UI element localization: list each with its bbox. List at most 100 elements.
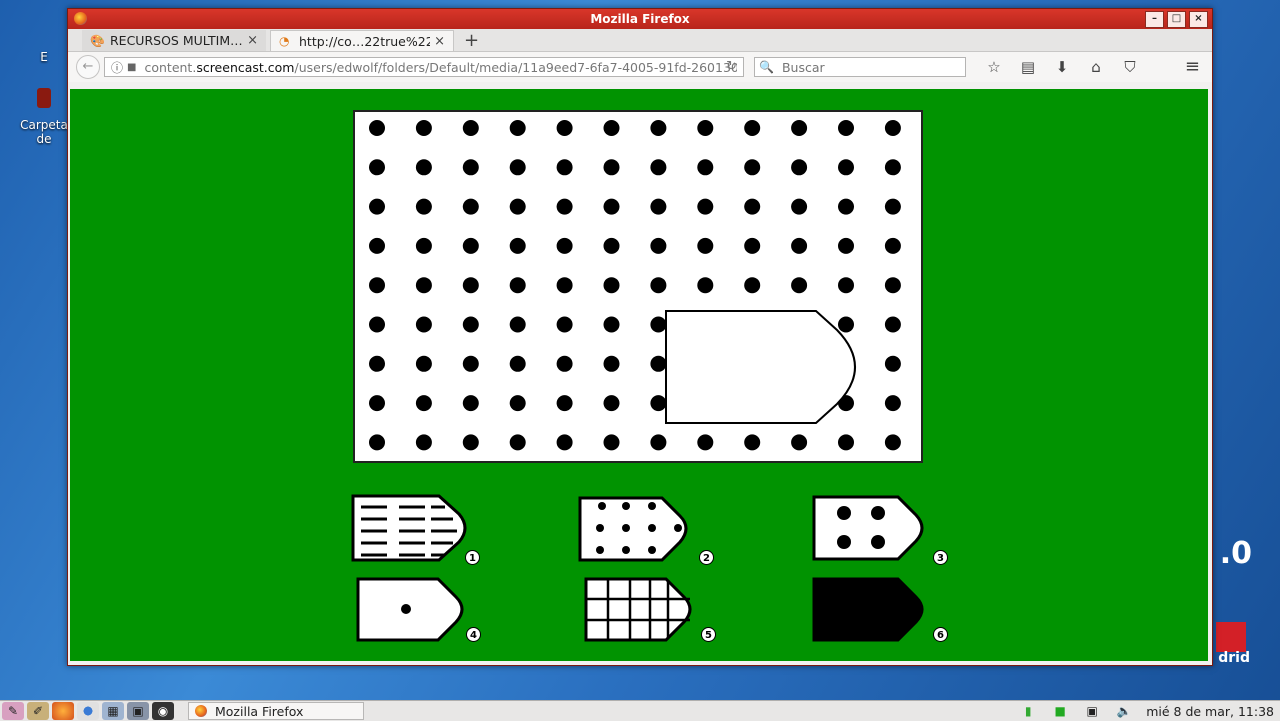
url-bar[interactable]: ⓘ ■ content. screencast.com /users/edwol… bbox=[104, 57, 744, 77]
tab-bar: 🎨 RECURSOS MULTIM… × ◔ http://co…22true%… bbox=[68, 29, 1212, 52]
firefox-icon bbox=[74, 12, 87, 25]
board-dot bbox=[509, 316, 526, 333]
board-dot bbox=[697, 198, 714, 215]
close-button[interactable]: × bbox=[1189, 11, 1208, 28]
minimize-button[interactable]: – bbox=[1145, 11, 1164, 28]
board-dot bbox=[369, 198, 385, 215]
launcher-media-icon[interactable]: ▣ bbox=[127, 702, 149, 720]
reload-icon[interactable]: ↻ bbox=[726, 59, 737, 74]
board-dot bbox=[884, 120, 901, 136]
download-icon[interactable]: ⬇ bbox=[1052, 58, 1072, 76]
board-dot bbox=[369, 237, 385, 254]
board-dot bbox=[744, 434, 761, 451]
board-dot bbox=[369, 316, 385, 333]
board-dot bbox=[744, 277, 761, 294]
search-input[interactable] bbox=[779, 58, 954, 76]
board-dot bbox=[603, 277, 620, 294]
board-dot bbox=[462, 316, 479, 333]
desktop-icon-label: E bbox=[40, 50, 48, 64]
board-dot bbox=[415, 277, 432, 294]
board-dot bbox=[462, 395, 479, 412]
option-4[interactable]: 4 bbox=[356, 577, 486, 651]
navigation-bar: ← ⓘ ■ content. screencast.com /users/edw… bbox=[68, 52, 1212, 82]
board-dot bbox=[650, 277, 667, 294]
launcher-camera-icon[interactable]: ◉ bbox=[152, 702, 174, 720]
search-bar[interactable]: 🔍 bbox=[754, 57, 966, 77]
new-tab-button[interactable]: + bbox=[464, 31, 479, 51]
option-1[interactable]: 1 bbox=[351, 494, 481, 570]
board-dot bbox=[697, 120, 714, 136]
close-tab-icon[interactable]: × bbox=[247, 33, 258, 48]
option-5[interactable]: 5 bbox=[584, 577, 716, 651]
board-dot bbox=[697, 237, 714, 254]
launcher-chrome-icon[interactable] bbox=[77, 702, 99, 720]
board-dot bbox=[697, 159, 714, 176]
board-dot bbox=[791, 198, 808, 215]
reading-list-icon[interactable]: ▤ bbox=[1018, 58, 1038, 76]
board-dot bbox=[697, 434, 714, 451]
option-3[interactable]: 3 bbox=[812, 495, 948, 569]
board-dot bbox=[509, 159, 526, 176]
board-dot bbox=[603, 198, 620, 215]
back-button[interactable]: ← bbox=[76, 55, 100, 79]
desktop-icon-folder[interactable]: Carpeta de bbox=[20, 88, 68, 146]
board-dot bbox=[509, 277, 526, 294]
pocket-icon[interactable]: ⛉ bbox=[1120, 58, 1140, 76]
launcher-editor-icon[interactable]: ✐ bbox=[27, 702, 49, 720]
clipboard-icon[interactable]: ▣ bbox=[1082, 703, 1102, 719]
page-content: 1 2 3 4 5 6 bbox=[70, 89, 1208, 661]
board-dot bbox=[791, 120, 808, 136]
rss-icon: ◔ bbox=[279, 34, 290, 48]
volume-icon[interactable]: 🔈 bbox=[1114, 703, 1134, 719]
info-icon[interactable]: ⓘ bbox=[111, 59, 123, 76]
close-tab-icon[interactable]: × bbox=[434, 34, 445, 49]
board-dot bbox=[462, 434, 479, 451]
launcher-files-icon[interactable]: ▦ bbox=[102, 702, 124, 720]
board-dot bbox=[462, 237, 479, 254]
board-dot bbox=[509, 434, 526, 451]
tab-screencast[interactable]: ◔ http://co…22true%22 × bbox=[270, 30, 454, 51]
board-dot bbox=[744, 120, 761, 136]
board-dot bbox=[556, 355, 573, 372]
board-dot bbox=[603, 120, 620, 136]
desktop-icon-e[interactable]: E bbox=[20, 28, 68, 64]
board-dot bbox=[462, 355, 479, 372]
option-1-shape bbox=[351, 494, 467, 562]
board-dot bbox=[603, 316, 620, 333]
board-dot bbox=[884, 237, 901, 254]
board-dot bbox=[744, 198, 761, 215]
search-icon: 🔍 bbox=[759, 60, 774, 74]
board-dot bbox=[603, 159, 620, 176]
board-dot bbox=[884, 198, 901, 215]
board-dot bbox=[603, 434, 620, 451]
option-3-shape bbox=[812, 495, 924, 561]
option-2[interactable]: 2 bbox=[578, 496, 714, 570]
battery-icon[interactable]: ▮ bbox=[1018, 703, 1038, 719]
home-icon[interactable]: ⌂ bbox=[1086, 58, 1106, 76]
board-dot bbox=[884, 316, 901, 333]
menu-icon[interactable]: ≡ bbox=[1185, 56, 1200, 77]
network-icon[interactable]: ■ bbox=[1050, 703, 1070, 719]
dot-board bbox=[353, 110, 923, 463]
board-dot bbox=[556, 277, 573, 294]
board-dot bbox=[697, 277, 714, 294]
launcher-paint-icon[interactable]: ✎ bbox=[2, 702, 24, 720]
clock[interactable]: mié 8 de mar, 11:38 bbox=[1146, 704, 1274, 719]
board-dot bbox=[791, 434, 808, 451]
board-dot bbox=[415, 198, 432, 215]
board-dot bbox=[462, 120, 479, 136]
board-dot bbox=[838, 277, 854, 294]
title-bar[interactable]: Mozilla Firefox – □ × bbox=[68, 9, 1212, 29]
bookmark-star-icon[interactable]: ☆ bbox=[984, 58, 1004, 76]
tab-label: http://co…22true%22 bbox=[299, 33, 431, 49]
option-6[interactable]: 6 bbox=[812, 577, 948, 651]
taskbar-task-firefox[interactable]: Mozilla Firefox bbox=[188, 702, 364, 720]
tab-recursos[interactable]: 🎨 RECURSOS MULTIM… × bbox=[82, 30, 266, 51]
launcher-firefox-icon[interactable] bbox=[52, 702, 74, 720]
board-dot bbox=[369, 434, 385, 451]
maximize-button[interactable]: □ bbox=[1167, 11, 1186, 28]
dot-grid bbox=[369, 120, 901, 451]
option-number: 2 bbox=[699, 550, 714, 565]
taskbar-task-label: Mozilla Firefox bbox=[215, 703, 304, 719]
missing-piece-outline bbox=[665, 310, 856, 424]
